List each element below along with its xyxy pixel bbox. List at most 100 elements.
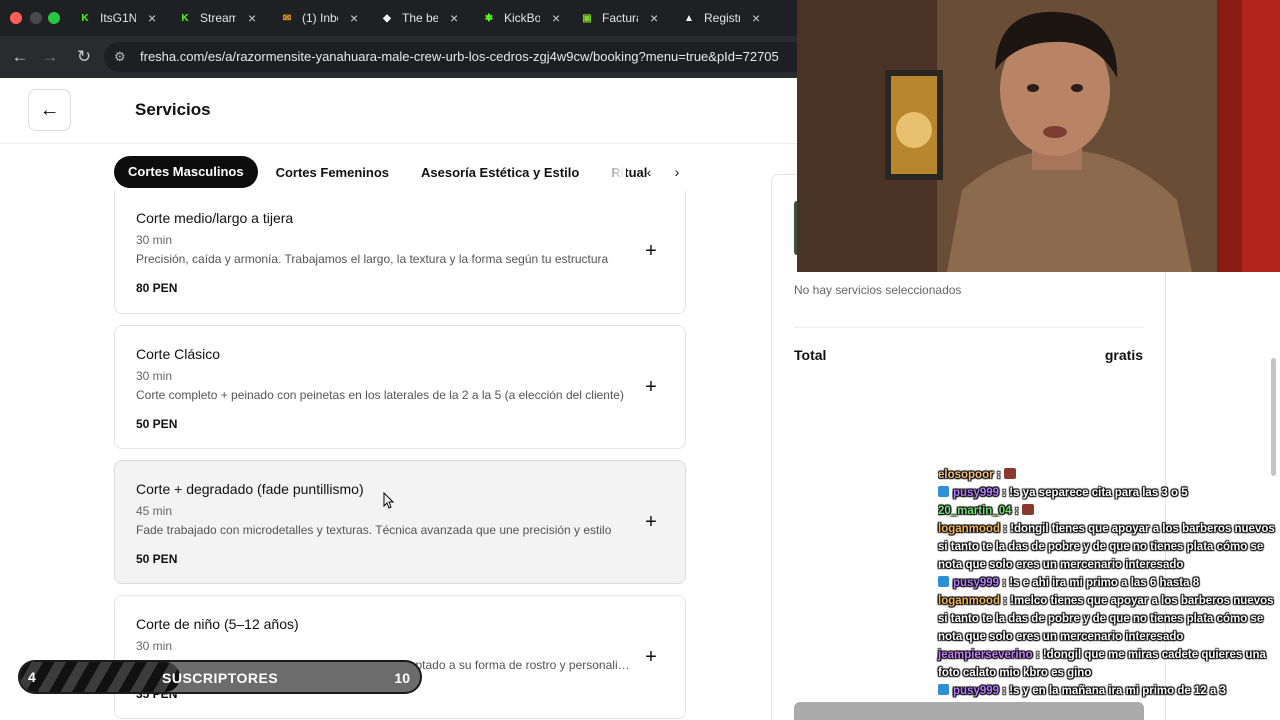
chat-username: loganmood	[938, 595, 1000, 607]
tab-title: ItsG1NO	[100, 11, 136, 25]
chat-message: loganmood : !melco tienes que apoyar a l…	[938, 595, 1274, 643]
service-card[interactable]: Corte + degradado (fade puntillismo) 45 …	[114, 460, 686, 584]
chat-message: loganmood : !dongil tienes que apoyar a …	[938, 523, 1275, 571]
subscriber-goal: 10	[394, 670, 410, 686]
browser-tab[interactable]: ◆ The be ×	[372, 4, 466, 32]
chat-username: pusy999	[953, 487, 1000, 499]
tab-cortes-femeninos[interactable]: Cortes Femeninos	[276, 165, 389, 180]
close-tab-icon[interactable]: ×	[450, 10, 458, 26]
service-duration: 30 min	[136, 369, 173, 383]
service-description: Fade trabajado con microdetalles y textu…	[136, 523, 612, 537]
tab-title: Stream	[200, 11, 236, 25]
factura-icon: ▣	[582, 12, 592, 24]
total-label: Total	[794, 347, 827, 363]
url-text: fresha.com/es/a/razormensite-yanahuara-m…	[140, 49, 779, 64]
chat-username: pusy999	[953, 685, 1000, 697]
service-description: Precisión, caída y armonía. Trabajamos e…	[136, 252, 609, 266]
chat-message: elosopoor :	[938, 466, 1278, 484]
tabs-fade	[586, 156, 626, 188]
add-service-plus-icon[interactable]: +	[639, 240, 663, 264]
chat-username: loganmood	[938, 523, 1000, 535]
service-price: 80 PEN	[136, 281, 178, 295]
browser-tab[interactable]: ▣ Factura ×	[572, 4, 666, 32]
browser-tab[interactable]: ▲ Registr ×	[674, 4, 768, 32]
chat-text: !s e ahi ira mi primo a las 6 hasta 8	[1009, 577, 1200, 589]
close-window-icon[interactable]	[10, 12, 22, 24]
add-service-plus-icon[interactable]: +	[639, 646, 663, 670]
tab-title: (1) Inbo	[302, 11, 338, 25]
webcam-overlay	[797, 0, 1280, 272]
close-tab-icon[interactable]: ×	[248, 10, 256, 26]
emote-icon	[1003, 468, 1016, 479]
service-card[interactable]: Corte de niño (5–12 años) 30 min Pacienc…	[114, 595, 686, 719]
webcam-feed-image	[797, 0, 1280, 272]
tab-title: KickBo	[504, 11, 540, 25]
service-name: Corte medio/largo a tijera	[136, 210, 294, 226]
service-name: Corte de niño (5–12 años)	[136, 616, 299, 632]
tab-title: Registr	[704, 11, 740, 25]
mouse-cursor-icon	[383, 492, 395, 509]
maximize-window-icon[interactable]	[48, 12, 60, 24]
back-button[interactable]: ←	[28, 89, 71, 131]
page-scrollbar[interactable]	[1271, 358, 1276, 476]
close-tab-icon[interactable]: ×	[350, 10, 358, 26]
close-tab-icon[interactable]: ×	[552, 10, 560, 26]
back-arrow-icon[interactable]: ←	[8, 45, 32, 69]
browser-tab[interactable]: K Stream ×	[170, 4, 264, 32]
page-title: Servicios	[135, 100, 211, 119]
subscriber-goal-widget: 4 SUSCRIPTORES 10	[18, 660, 422, 694]
close-tab-icon[interactable]: ×	[148, 10, 156, 26]
close-tab-icon[interactable]: ×	[650, 10, 658, 26]
empty-cart-text: No hay servicios seleccionados	[794, 283, 962, 297]
stream-chat-overlay: elosopoor : pusy999 : !s ya separece cit…	[938, 466, 1278, 700]
add-service-plus-icon[interactable]: +	[639, 376, 663, 400]
chat-username: pusy999	[953, 577, 1000, 589]
diamond-icon: ◆	[383, 12, 391, 24]
service-price: 50 PEN	[136, 552, 178, 566]
browser-tab[interactable]: ✱ KickBo ×	[474, 4, 568, 32]
kick-icon: K	[181, 12, 189, 24]
chevron-right-icon[interactable]: ›	[667, 162, 687, 182]
chat-username: 20_martin_04	[938, 505, 1012, 517]
kickbot-icon: ✱	[484, 12, 494, 24]
subscriber-badge-icon	[938, 576, 949, 587]
add-service-plus-icon[interactable]: +	[639, 511, 663, 535]
service-name: Corte Clásico	[136, 346, 221, 362]
tab-asesoria-estetica[interactable]: Asesoría Estética y Estilo	[421, 165, 579, 180]
chevron-left-icon[interactable]: ‹	[639, 162, 659, 182]
inbox-icon: ✉	[282, 12, 292, 24]
service-duration: 30 min	[136, 233, 173, 247]
arrow-left-icon: ←	[39, 98, 60, 121]
chat-message: pusy999 : !s y en la mañana ira mi primo…	[938, 682, 1278, 700]
minimize-window-icon[interactable]	[30, 12, 42, 24]
chat-text: !s ya separece cita para las 3 o 5	[1009, 487, 1188, 499]
service-card[interactable]: Corte Clásico 30 min Corte completo + pe…	[114, 325, 686, 449]
kick-icon: K	[81, 12, 89, 24]
service-description: Corte completo + peinado con peinetas en…	[136, 388, 624, 402]
chat-message: pusy999 : !s e ahi ira mi primo a las 6 …	[938, 574, 1278, 592]
continue-bar[interactable]	[794, 702, 1144, 720]
subscriber-count: 4	[28, 669, 36, 685]
chat-message: 20_martin_04 :	[938, 502, 1278, 520]
subscriber-label: SUSCRIPTORES	[162, 670, 279, 686]
category-tabs: Cortes Masculinos Cortes Femeninos Aseso…	[114, 156, 651, 188]
summary-divider	[794, 327, 1144, 328]
chat-message: jeampierseverino : !dongil que me miras …	[938, 649, 1266, 679]
service-card[interactable]: Corte medio/largo a tijera 30 min Precis…	[114, 190, 686, 314]
service-duration: 45 min	[136, 504, 173, 518]
subscriber-badge-icon	[938, 486, 949, 497]
emote-icon	[1021, 504, 1034, 515]
close-tab-icon[interactable]: ×	[752, 10, 760, 26]
site-info-icon[interactable]: ⚙	[114, 42, 126, 72]
chat-username: elosopoor	[938, 469, 994, 481]
reload-icon[interactable]: ↻	[72, 45, 96, 69]
subscriber-badge-icon	[938, 684, 949, 695]
tab-cortes-masculinos[interactable]: Cortes Masculinos	[114, 156, 258, 188]
chat-text: !s y en la mañana ira mi primo de 12 a 3	[1009, 685, 1226, 697]
service-name: Corte + degradado (fade puntillismo)	[136, 481, 364, 497]
browser-tab[interactable]: K ItsG1NO ×	[70, 4, 164, 32]
forward-arrow-icon[interactable]: →	[38, 45, 62, 69]
tab-title: The be	[402, 11, 438, 25]
browser-tab[interactable]: ✉ (1) Inbo ×	[272, 4, 366, 32]
chat-message: pusy999 : !s ya separece cita para las 3…	[938, 484, 1278, 502]
